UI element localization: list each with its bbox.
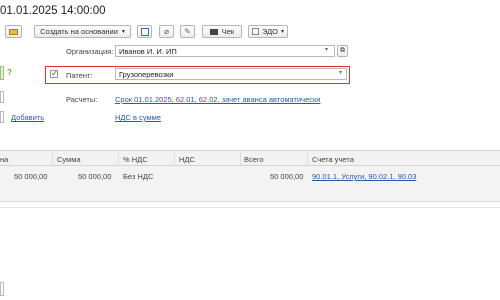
- pencil-icon: ✎: [184, 27, 191, 36]
- column-header-accounts[interactable]: Счета учета: [312, 155, 354, 164]
- edo-button[interactable]: ЭДО ▾: [248, 25, 288, 38]
- patent-checkbox[interactable]: ✓: [50, 68, 59, 78]
- structure-icon: [140, 27, 149, 36]
- cell-vat-rate[interactable]: Без НДС: [123, 172, 153, 181]
- add-link[interactable]: Добавить: [11, 113, 44, 122]
- column-header-vat[interactable]: НДС: [179, 155, 195, 164]
- create-based-on-button[interactable]: Создать на основании ▾: [34, 25, 131, 38]
- cell-accounts-link[interactable]: 90.01.1, Услуги, 90.02.1, 90.03: [312, 172, 416, 181]
- partial-input[interactable]: [0, 282, 4, 296]
- cell-price[interactable]: 50 000,00: [14, 172, 47, 181]
- partial-input[interactable]: [0, 91, 4, 103]
- envelope-button[interactable]: [5, 25, 22, 38]
- cell-total[interactable]: 50 000,00: [270, 172, 303, 181]
- edit-button[interactable]: ✎: [180, 25, 195, 38]
- column-header-sum[interactable]: Сумма: [57, 155, 81, 164]
- attach-button[interactable]: ⌀: [159, 25, 174, 38]
- column-header-price[interactable]: на: [0, 155, 8, 164]
- create-based-on-label: Создать на основании: [40, 27, 118, 36]
- vat-link[interactable]: НДС в сумме: [115, 113, 161, 122]
- paperclip-icon: ⌀: [164, 27, 169, 36]
- partial-input[interactable]: [0, 111, 4, 123]
- structure-button[interactable]: [137, 25, 152, 38]
- edo-label: ЭДО: [261, 27, 279, 36]
- open-link-icon: ⧉: [340, 47, 345, 54]
- calculations-label: Расчеты:: [66, 95, 98, 104]
- calculations-link[interactable]: Срок 01.01.2025, 62.01, 62.02, зачет ава…: [115, 95, 320, 104]
- help-icon[interactable]: ?: [7, 68, 12, 77]
- chevron-down-icon: ▾: [281, 29, 285, 35]
- cheque-button[interactable]: Чек: [202, 25, 242, 38]
- table-bottom-border: [0, 207, 500, 208]
- organization-label: Организация:: [66, 47, 114, 56]
- open-organization-button[interactable]: ⧉: [337, 45, 348, 57]
- column-header-vat-rate[interactable]: % НДС: [123, 155, 148, 164]
- organization-field[interactable]: Иванов И. И. ИП: [115, 45, 335, 57]
- patent-field[interactable]: Грузоперевозки: [115, 68, 347, 80]
- envelope-icon: [9, 28, 18, 35]
- chevron-down-icon[interactable]: ▾: [339, 69, 342, 76]
- document-title: 01.01.2025 14:00:00: [0, 5, 106, 17]
- edo-icon: [251, 28, 259, 35]
- partial-field[interactable]: [0, 66, 4, 80]
- chevron-down-icon[interactable]: ▾: [325, 46, 328, 53]
- printer-icon: [209, 28, 218, 35]
- cell-sum[interactable]: 50 000,00: [78, 172, 111, 181]
- column-header-total[interactable]: Всего: [244, 155, 264, 164]
- table-row[interactable]: 50 000,00 50 000,00 Без НДС 50 000,00 90…: [0, 166, 500, 202]
- cheque-label: Чек: [221, 27, 235, 36]
- check-icon: ✓: [51, 68, 59, 78]
- patent-label: Патент:: [66, 71, 93, 80]
- chevron-down-icon: ▾: [121, 29, 125, 35]
- table-header: на Сумма % НДС НДС Всего Счета учета: [0, 150, 500, 166]
